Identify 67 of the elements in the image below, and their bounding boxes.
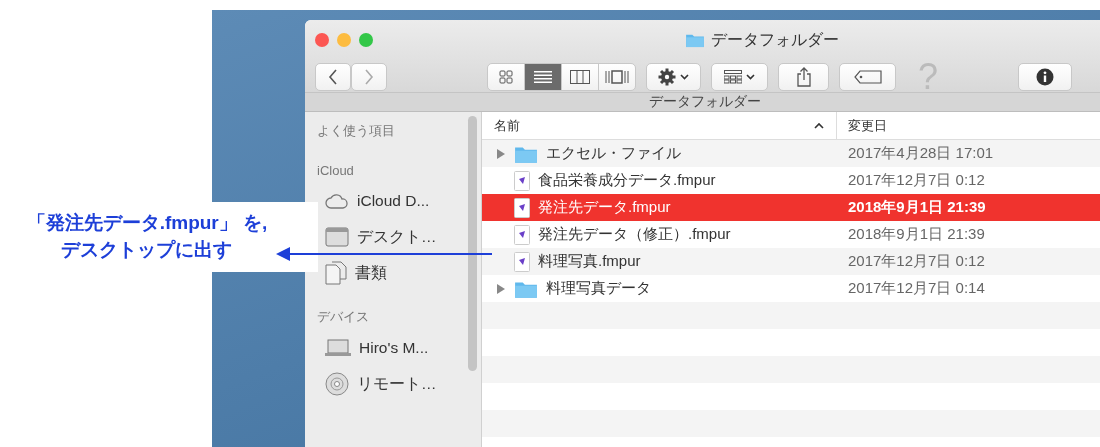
info-button[interactable] bbox=[1018, 63, 1073, 91]
back-button[interactable] bbox=[315, 63, 351, 91]
file-name: 料理写真データ bbox=[546, 279, 651, 298]
file-row[interactable]: 発注先データ.fmpur 2018年9月1日 21:39 bbox=[482, 194, 1100, 221]
disclosure-triangle-icon[interactable] bbox=[496, 148, 506, 159]
file-name: エクセル・ファイル bbox=[546, 144, 681, 163]
share-button[interactable] bbox=[778, 63, 829, 91]
window-title: データフォルダー bbox=[711, 29, 839, 50]
column-heading[interactable]: 変更日 bbox=[837, 112, 1087, 139]
sidebar-item[interactable]: 書類 bbox=[317, 255, 481, 291]
scrollbar[interactable] bbox=[468, 116, 477, 371]
file-row[interactable]: エクセル・ファイル 2017年4月28日 17:01 bbox=[482, 140, 1100, 167]
path-bar-title: データフォルダー bbox=[649, 93, 761, 111]
sidebar-item[interactable]: デスクト… bbox=[317, 219, 481, 255]
share-icon bbox=[796, 67, 811, 87]
sidebar-item[interactable]: iCloud D... bbox=[317, 183, 481, 219]
close-button[interactable] bbox=[315, 33, 329, 47]
sidebar-section-title: デバイス bbox=[317, 308, 370, 326]
annotation-text: 「発注先データ.fmpur」 を, デスクトップに出す bbox=[26, 211, 269, 262]
back-icon bbox=[328, 69, 338, 85]
view-mode-button[interactable] bbox=[598, 63, 636, 91]
modified-date: 2017年4月28日 17:01 bbox=[847, 144, 994, 163]
disclosure-triangle-icon[interactable] bbox=[496, 283, 506, 294]
document-icon bbox=[514, 170, 530, 191]
info-icon bbox=[1036, 68, 1055, 86]
modified-date: 2018年9月1日 21:39 bbox=[847, 225, 985, 244]
gallery-icon bbox=[605, 70, 629, 84]
sidebar-item[interactable]: Hiro's M... bbox=[317, 330, 481, 366]
file-name: 料理写真.fmpur bbox=[538, 252, 641, 271]
cloud-icon bbox=[325, 193, 349, 209]
sort-chevron-icon bbox=[814, 122, 824, 129]
desktop-icon bbox=[325, 227, 349, 247]
tag-button[interactable] bbox=[839, 63, 896, 91]
document-icon bbox=[514, 251, 530, 272]
list-icon bbox=[534, 70, 552, 84]
grid-icon bbox=[499, 70, 513, 84]
file-name: 発注先データ（修正）.fmpur bbox=[538, 225, 731, 244]
sidebar-item[interactable]: リモート… bbox=[317, 366, 481, 402]
chevron-down-icon bbox=[680, 74, 689, 80]
arrange-icon bbox=[724, 70, 742, 84]
file-row[interactable]: 料理写真.fmpur 2017年12月7日 0:12 bbox=[482, 248, 1100, 275]
forward-icon bbox=[364, 69, 374, 85]
tag-icon bbox=[853, 70, 882, 84]
forward-button[interactable] bbox=[351, 63, 387, 91]
folder-icon bbox=[685, 32, 705, 48]
sidebar-section-title: iCloud bbox=[317, 161, 355, 180]
action-button[interactable] bbox=[646, 63, 701, 91]
zoom-button[interactable] bbox=[359, 33, 373, 47]
modified-date: 2017年12月7日 0:12 bbox=[847, 252, 985, 271]
document-icon bbox=[514, 197, 530, 218]
document-icon bbox=[514, 224, 530, 245]
view-mode-button[interactable] bbox=[524, 63, 562, 91]
sidebar-section-title: よく使う項目 bbox=[317, 122, 396, 140]
column-heading[interactable]: 名前 bbox=[482, 112, 837, 139]
disc-icon bbox=[325, 372, 349, 396]
modified-date: 2017年12月7日 0:14 bbox=[847, 279, 985, 298]
view-mode-button[interactable] bbox=[561, 63, 599, 91]
documents-icon bbox=[325, 261, 347, 285]
file-name: 発注先データ.fmpur bbox=[538, 198, 671, 217]
file-name: 食品栄養成分データ.fmpur bbox=[538, 171, 716, 190]
arrange-button[interactable] bbox=[711, 63, 768, 91]
modified-date: 2018年9月1日 21:39 bbox=[847, 198, 986, 217]
laptop-icon bbox=[325, 339, 351, 357]
modified-date: 2017年12月7日 0:12 bbox=[847, 171, 985, 190]
gear-icon bbox=[658, 68, 676, 86]
columns-icon bbox=[570, 70, 590, 84]
chevron-down-icon bbox=[746, 74, 755, 80]
